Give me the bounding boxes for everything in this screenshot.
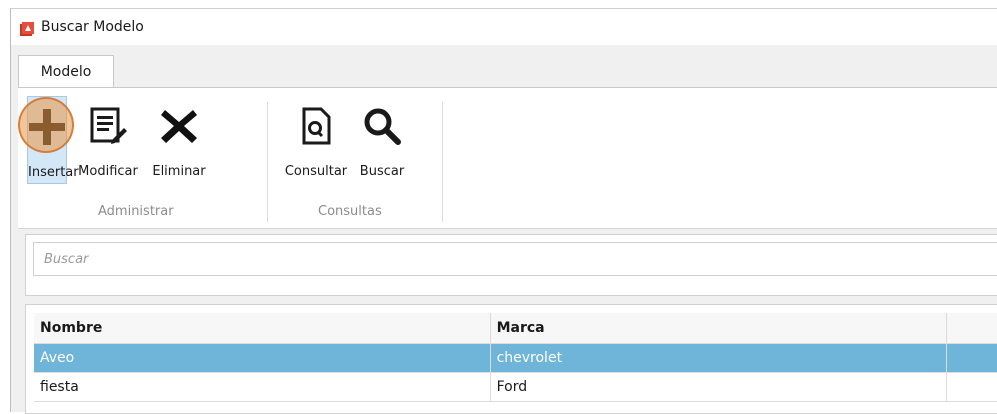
- plus-icon: [29, 109, 65, 145]
- title-bar: Buscar Modelo: [11, 9, 997, 45]
- table-row[interactable]: fiesta Ford: [34, 372, 997, 402]
- main-window: Buscar Modelo Modelo Insertar Modificar: [10, 8, 997, 414]
- search-panel: [25, 234, 997, 296]
- cell-nombre[interactable]: fiesta: [34, 372, 491, 402]
- modify-button[interactable]: Modificar: [74, 96, 142, 184]
- consult-button[interactable]: Consultar: [284, 96, 348, 184]
- modify-button-label: Modificar: [78, 164, 138, 179]
- x-delete-icon: [161, 110, 197, 143]
- cell-marca[interactable]: chevrolet: [490, 343, 948, 373]
- ribbon-toolbar: Insertar Modificar Eliminar Consultar Bu…: [18, 87, 997, 229]
- cell-nombre[interactable]: Aveo: [34, 343, 491, 373]
- consult-button-label: Consultar: [284, 164, 348, 179]
- delete-button[interactable]: Eliminar: [148, 96, 210, 184]
- results-grid: Nombre Marca Aveo chevrolet fiesta Ford: [25, 304, 997, 414]
- tab-modelo[interactable]: Modelo: [18, 55, 114, 87]
- edit-document-icon: [90, 107, 127, 144]
- delete-button-label: Eliminar: [152, 164, 206, 179]
- table-row[interactable]: Aveo chevrolet: [34, 343, 997, 373]
- search-button-label: Buscar: [359, 164, 405, 179]
- cell-empty: [946, 343, 997, 373]
- group-label-administrar: Administrar: [98, 204, 174, 219]
- insert-button[interactable]: Insertar: [27, 96, 79, 184]
- search-button[interactable]: Buscar: [352, 96, 412, 184]
- cell-empty: [946, 372, 997, 402]
- search-input[interactable]: [33, 242, 997, 276]
- column-header-nombre[interactable]: Nombre: [34, 313, 491, 344]
- document-search-icon: [302, 107, 331, 145]
- insert-button-label: Insertar: [28, 165, 79, 180]
- results-table: Nombre Marca Aveo chevrolet fiesta Ford: [34, 313, 997, 402]
- magnifier-icon: [364, 108, 401, 145]
- group-label-consultas: Consultas: [318, 204, 382, 219]
- app-document-icon: [20, 22, 34, 36]
- cell-marca[interactable]: Ford: [490, 372, 948, 402]
- group-separator-end: [442, 102, 443, 222]
- window-title: Buscar Modelo: [41, 19, 144, 35]
- column-header-marca[interactable]: Marca: [490, 313, 948, 344]
- column-header-extra: [946, 313, 997, 344]
- group-separator: [267, 102, 268, 222]
- table-header-row: Nombre Marca: [34, 313, 997, 344]
